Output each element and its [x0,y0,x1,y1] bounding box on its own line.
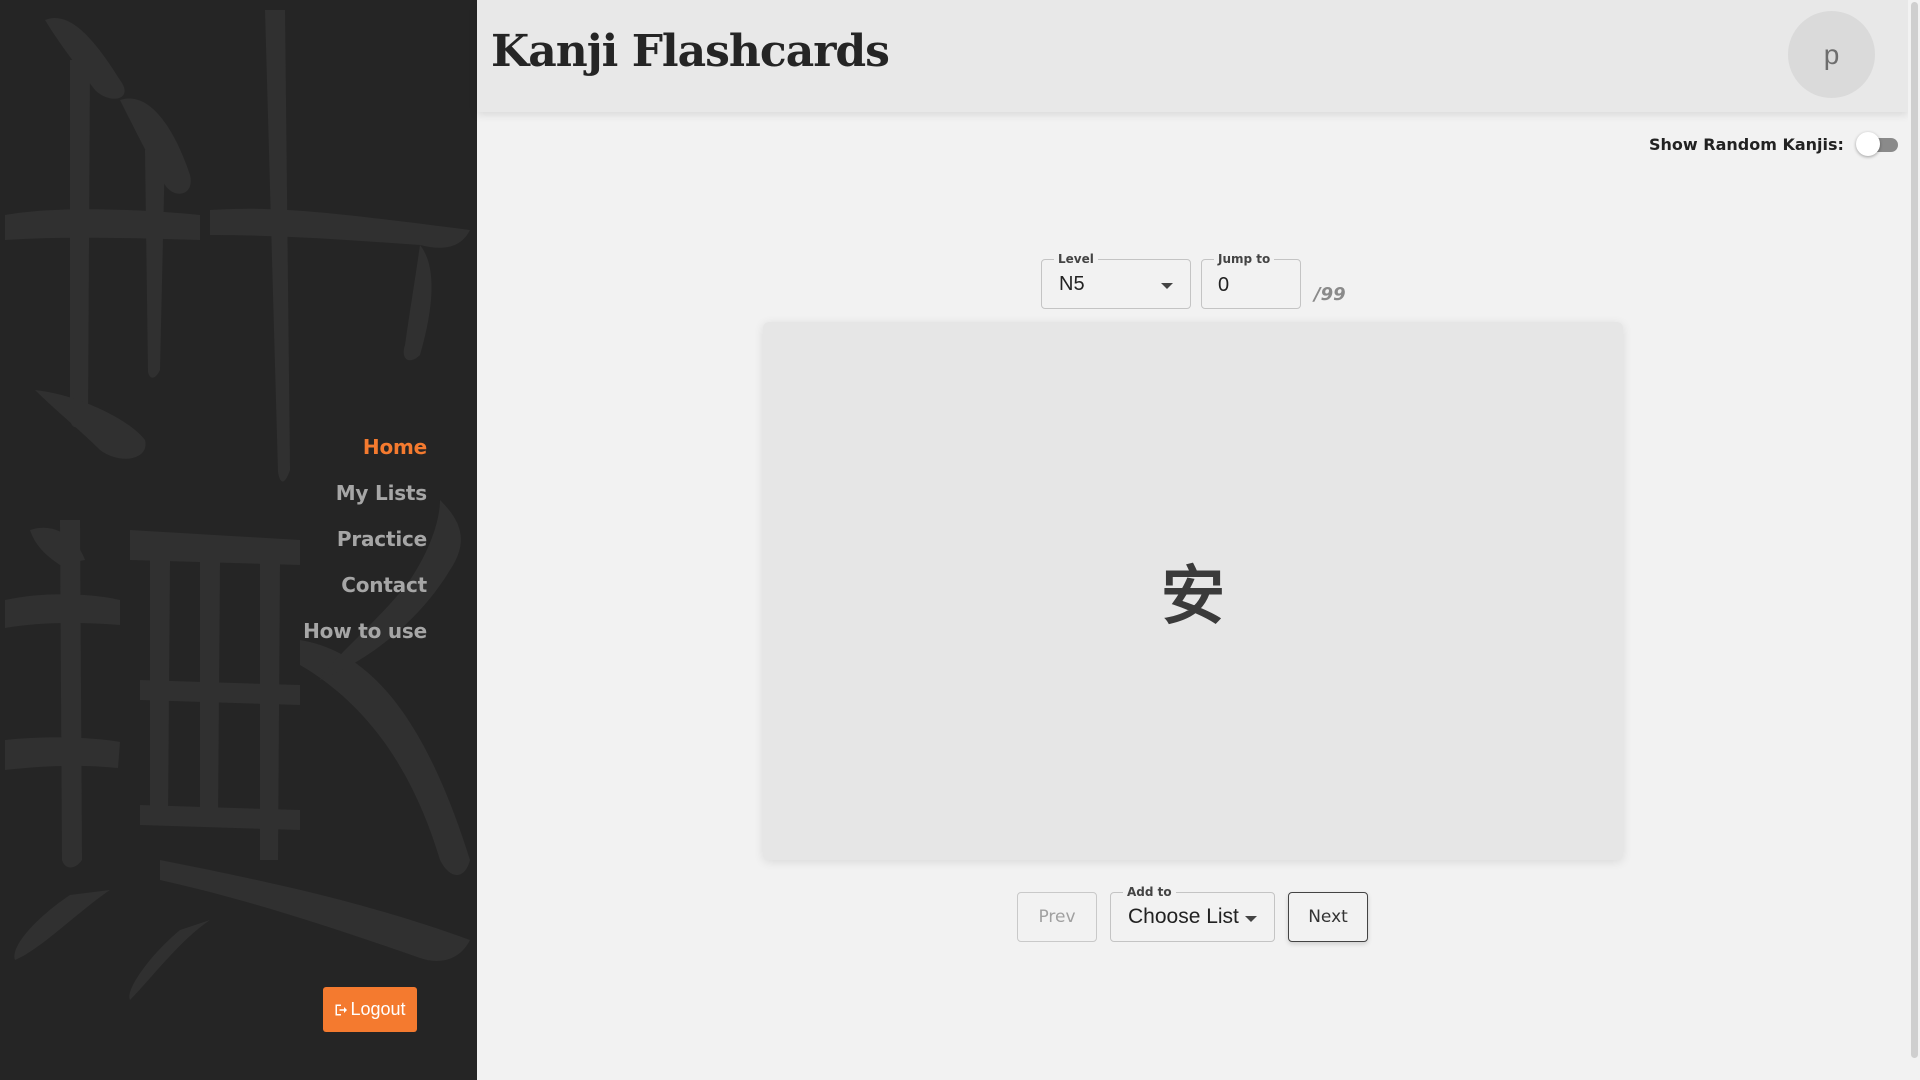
add-to-list-select[interactable]: Add to Choose List [1110,884,1275,942]
logout-icon [335,1004,348,1015]
total-count: /99 [1314,284,1346,305]
chevron-down-icon [1245,916,1257,922]
logout-label: Logout [350,999,406,1019]
sidebar-item-home[interactable]: Home [303,424,427,470]
chevron-down-icon [1161,283,1173,289]
level-select-value: N5 [1059,272,1085,295]
user-avatar[interactable]: p [1788,11,1875,98]
add-to-value: Choose List [1128,905,1239,928]
random-kanji-toggle-label: Show Random Kanjis: [1649,134,1844,154]
page-scrollbar[interactable] [1908,0,1920,1080]
page-title: Kanji Flashcards [491,26,890,77]
level-select[interactable]: Level N5 [1041,251,1191,309]
logout-button[interactable]: Logout [323,987,417,1032]
toggle-knob [1855,132,1880,156]
jump-to-field: Jump to [1201,251,1301,309]
next-button[interactable]: Next [1288,892,1368,942]
sidebar-nav: Home My Lists Practice Contact How to us… [303,424,427,654]
sidebar-item-how-to-use[interactable]: How to use [303,608,427,654]
jump-to-label: Jump to [1214,251,1275,267]
sidebar-item-practice[interactable]: Practice [303,516,427,562]
sidebar-item-my-lists[interactable]: My Lists [303,470,427,516]
flashcard[interactable]: 安 [763,322,1623,860]
flashcard-kanji: 安 [1161,560,1225,634]
random-kanji-option: Show Random Kanjis: [1649,131,1902,157]
scrollbar-thumb[interactable] [1911,2,1918,1058]
sidebar: Home My Lists Practice Contact How to us… [0,0,477,1080]
prev-button[interactable]: Prev [1017,892,1097,942]
sidebar-item-contact[interactable]: Contact [303,562,427,608]
top-header: Kanji Flashcards p [477,0,1908,112]
random-kanji-toggle[interactable] [1855,131,1902,157]
jump-to-input[interactable] [1218,270,1288,300]
